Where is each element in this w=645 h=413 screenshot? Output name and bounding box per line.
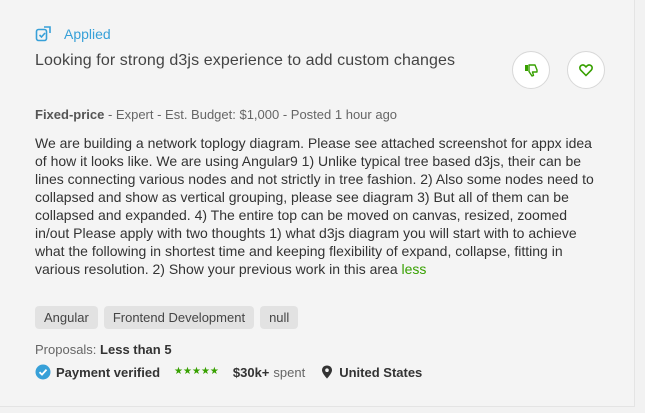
skill-tags: Angular Frontend Development null	[35, 306, 299, 329]
applied-status: Applied	[35, 25, 111, 43]
location-pin-icon	[321, 365, 333, 379]
thumbs-down-icon	[524, 63, 538, 77]
star-icon: ★	[183, 366, 192, 377]
job-card[interactable]: Applied Looking for strong d3js experien…	[0, 0, 635, 407]
proposals-label: Proposals:	[35, 342, 97, 357]
applied-icon	[35, 26, 51, 42]
job-meta: Fixed-price - Expert - Est. Budget: $1,0…	[35, 107, 397, 122]
skill-tag[interactable]: Angular	[35, 306, 98, 329]
job-meta-details: - Expert - Est. Budget: $1,000 - Posted …	[104, 107, 398, 122]
less-link[interactable]: less	[402, 261, 427, 277]
client-spent-value: $30k+	[232, 364, 270, 380]
client-rating: ★ ★ ★ ★ ★	[174, 367, 219, 377]
star-icon: ★	[200, 366, 210, 377]
client-location: United States	[339, 364, 423, 380]
star-icon: ★	[174, 366, 184, 377]
job-title[interactable]: Looking for strong d3js experience to ad…	[35, 52, 455, 70]
applied-label: Applied	[64, 26, 111, 42]
job-description: We are building a network toplogy diagra…	[35, 134, 595, 278]
proposals-count: Proposals: Less than 5	[35, 342, 172, 357]
payment-verified-label: Payment verified	[56, 364, 161, 380]
job-description-text: We are building a network toplogy diagra…	[35, 135, 594, 277]
client-info: Payment verified ★ ★ ★ ★ ★ $30k+ spent U…	[35, 363, 422, 381]
skill-tag[interactable]: null	[260, 306, 299, 329]
client-spent-label: spent	[273, 364, 306, 380]
heart-icon	[579, 63, 593, 77]
star-icon: ★	[209, 366, 219, 377]
proposals-value: Less than 5	[100, 342, 172, 357]
skill-tag[interactable]: Frontend Development	[103, 306, 255, 329]
star-icon: ★	[191, 366, 201, 377]
save-job-button[interactable]	[567, 51, 605, 89]
payment-type: Fixed-price	[35, 107, 105, 122]
verified-badge-icon	[35, 364, 51, 380]
dislike-button[interactable]	[512, 51, 550, 89]
